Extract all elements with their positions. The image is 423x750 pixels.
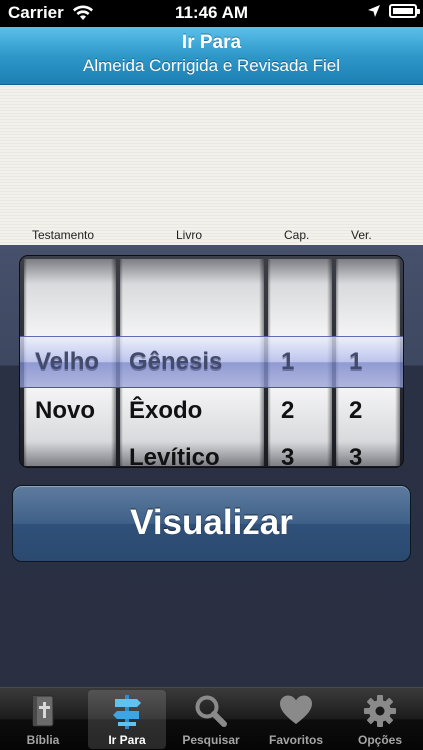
versiculo-wheel[interactable]: 1 2 3 [336, 259, 400, 466]
tab-pesquisar[interactable]: Pesquisar [172, 690, 250, 749]
capitulo-option[interactable]: 1 [268, 341, 332, 387]
heart-icon [280, 695, 312, 724]
location-arrow-icon [368, 5, 380, 17]
livro-column-label: Livro [176, 228, 203, 242]
tab-opcoes-label: Opções [357, 733, 402, 747]
versiculo-option[interactable]: 1 [336, 341, 400, 387]
magnifier-icon [195, 695, 227, 727]
page-title: Ir Para [181, 32, 242, 53]
battery-icon [389, 4, 420, 18]
ver-column-label: Ver. [351, 228, 372, 242]
navigation-bar: Ir Para Almeida Corrigida e Revisada Fie… [0, 27, 423, 85]
visualizar-button[interactable]: Visualizar [12, 485, 411, 562]
tab-opcoes[interactable]: Opções [341, 690, 419, 749]
tab-biblia-label: Bíblia [26, 733, 60, 747]
status-indicators [367, 4, 420, 18]
capitulo-option[interactable]: 2 [268, 388, 332, 434]
paper-background: Testamento Livro Cap. Ver. [0, 85, 423, 245]
tab-ir-para-label: Ir Para [108, 733, 146, 747]
livro-option[interactable]: Levítico [120, 435, 264, 466]
tab-biblia[interactable]: Bíblia [4, 690, 82, 749]
livro-wheel[interactable]: Gênesis Êxodo Levítico [120, 259, 264, 466]
testamento-wheel[interactable]: Velho Novo [24, 259, 116, 466]
picker-column-labels: Testamento Livro Cap. Ver. [0, 227, 423, 245]
tab-bar: Bíblia Ir Para Pesquisar Favoritos Opçõe… [0, 687, 423, 750]
testamento-option[interactable]: Velho [24, 341, 116, 387]
versiculo-option[interactable]: 2 [336, 388, 400, 434]
testamento-option[interactable]: Novo [24, 388, 116, 434]
capitulo-option[interactable]: 3 [268, 435, 332, 466]
status-time: 11:46 AM [174, 3, 249, 22]
versiculo-option[interactable]: 3 [336, 435, 400, 466]
bible-version-subtitle: Almeida Corrigida e Revisada Fiel [82, 56, 340, 75]
tab-favoritos-label: Favoritos [268, 733, 323, 747]
livro-option[interactable]: Êxodo [120, 388, 264, 434]
gear-icon [364, 695, 396, 727]
bible-icon [32, 695, 54, 727]
tab-pesquisar-label: Pesquisar [182, 733, 240, 747]
capitulo-wheel[interactable]: 1 2 3 [268, 259, 332, 466]
status-bar: Carrier 11:46 AM [0, 0, 423, 27]
tab-ir-para[interactable]: Ir Para [88, 690, 166, 749]
signpost-icon [113, 695, 141, 729]
cap-column-label: Cap. [284, 228, 310, 242]
testamento-column-label: Testamento [32, 228, 95, 242]
livro-option[interactable]: Gênesis [120, 341, 264, 387]
tab-favoritos[interactable]: Favoritos [257, 690, 335, 749]
verse-picker[interactable]: Velho Novo Gênesis Êxodo Levítico 1 2 3 … [19, 255, 404, 468]
